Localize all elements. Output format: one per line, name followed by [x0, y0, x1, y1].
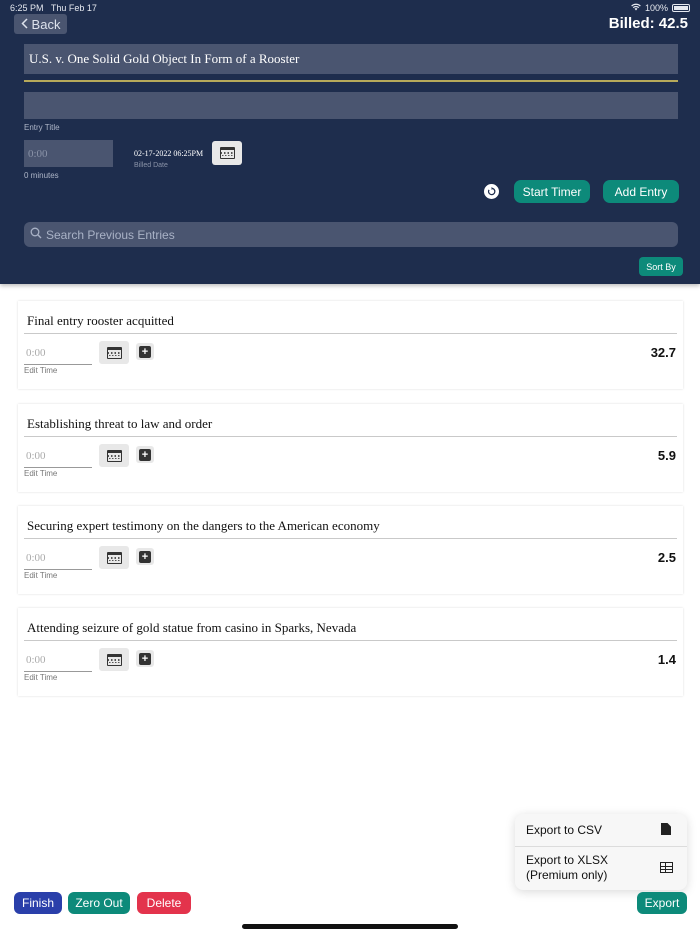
- reset-timer-icon[interactable]: [484, 184, 499, 199]
- export-xlsx-item[interactable]: Export to XLSX (Premium only): [526, 853, 608, 883]
- billed-date-calendar-button[interactable]: [212, 141, 242, 165]
- entry-calendar-button[interactable]: [99, 341, 129, 364]
- add-entry-button[interactable]: Add Entry: [603, 180, 679, 203]
- plus-icon: +: [139, 345, 151, 358]
- search-placeholder: Search Previous Entries: [46, 227, 175, 242]
- back-label: Back: [31, 16, 61, 32]
- entry-amount: 32.7: [650, 345, 676, 360]
- entry-amount: 5.9: [657, 448, 676, 463]
- entry-title: Securing expert testimony on the dangers…: [27, 518, 380, 533]
- search-icon: [30, 227, 42, 242]
- finish-button[interactable]: Finish: [14, 892, 62, 914]
- calendar-icon: [106, 653, 122, 666]
- sort-by-button[interactable]: Sort By: [639, 257, 683, 276]
- entry-time-input[interactable]: [24, 140, 113, 167]
- billed-date-label: Billed Date: [134, 162, 168, 169]
- edit-time-input[interactable]: 0:00: [24, 652, 92, 672]
- document-icon: [661, 823, 671, 835]
- billed-total: Billed: 42.5: [608, 15, 688, 32]
- wifi-icon: [631, 3, 641, 13]
- entry-card: Establishing threat to law and order 0:0…: [18, 404, 683, 492]
- calendar-icon: [106, 449, 122, 462]
- entry-title: Attending seizure of gold statue from ca…: [27, 620, 357, 635]
- entry-amount: 2.5: [657, 550, 676, 565]
- export-button[interactable]: Export: [637, 892, 687, 914]
- start-timer-button[interactable]: Start Timer: [514, 180, 590, 203]
- calendar-icon: [106, 551, 122, 564]
- edit-time-label: Edit Time: [24, 469, 58, 478]
- export-menu: Export to CSV Export to XLSX (Premium on…: [515, 814, 687, 890]
- entry-divider: [24, 436, 677, 437]
- minutes-label: 0 minutes: [24, 171, 59, 180]
- edit-time-input[interactable]: 0:00: [24, 550, 92, 570]
- entry-title-label: Entry Title: [24, 123, 60, 132]
- battery-percent: 100%: [644, 3, 668, 13]
- menu-divider: [515, 846, 687, 847]
- entry-title: Establishing threat to law and order: [27, 416, 213, 431]
- entry-calendar-button[interactable]: [99, 444, 129, 467]
- status-date: Thu Feb 17: [50, 3, 97, 13]
- status-time: 6:25 PM: [10, 3, 44, 13]
- export-xlsx-note: (Premium only): [526, 868, 608, 882]
- entry-card: Attending seizure of gold statue from ca…: [18, 608, 683, 696]
- add-time-button[interactable]: +: [136, 650, 154, 667]
- home-indicator: [242, 924, 458, 929]
- edit-time-input[interactable]: 0:00: [24, 448, 92, 468]
- export-csv-item[interactable]: Export to CSV: [526, 823, 602, 838]
- entry-title: Final entry rooster acquitted: [27, 313, 174, 328]
- entry-calendar-button[interactable]: [99, 546, 129, 569]
- battery-icon: [672, 4, 690, 12]
- entry-card: Final entry rooster acquitted 0:00 Edit …: [18, 301, 683, 389]
- case-title-underline: [24, 80, 678, 82]
- entry-divider: [24, 640, 677, 641]
- calendar-icon: [219, 147, 235, 159]
- delete-button[interactable]: Delete: [137, 892, 191, 914]
- entry-card: Securing expert testimony on the dangers…: [18, 506, 683, 594]
- zero-out-button[interactable]: Zero Out: [68, 892, 130, 914]
- search-input[interactable]: Search Previous Entries: [24, 222, 678, 247]
- table-icon: [660, 862, 673, 873]
- add-time-button[interactable]: +: [136, 343, 154, 360]
- status-bar-right: 100%: [631, 3, 690, 13]
- billed-date-value: 02-17-2022 06:25PM: [134, 149, 204, 158]
- entry-calendar-button[interactable]: [99, 648, 129, 671]
- calendar-icon: [106, 346, 122, 359]
- export-xlsx-label: Export to XLSX: [526, 853, 609, 867]
- edit-time-input[interactable]: 0:00: [24, 345, 92, 365]
- add-time-button[interactable]: +: [136, 548, 154, 565]
- status-bar-time: 6:25 PM Thu Feb 17: [10, 3, 97, 13]
- entry-title-input[interactable]: [24, 92, 678, 119]
- header-panel: 6:25 PM Thu Feb 17 100% Back Billed: 42.…: [0, 0, 700, 284]
- back-button[interactable]: Back: [14, 14, 67, 34]
- plus-icon: +: [139, 652, 151, 665]
- entry-divider: [24, 538, 677, 539]
- entry-divider: [24, 333, 677, 334]
- edit-time-label: Edit Time: [24, 366, 58, 375]
- edit-time-label: Edit Time: [24, 673, 58, 682]
- plus-icon: +: [139, 550, 151, 563]
- entry-amount: 1.4: [657, 652, 676, 667]
- edit-time-label: Edit Time: [24, 571, 58, 580]
- plus-icon: +: [139, 448, 151, 461]
- chevron-left-icon: [20, 17, 28, 32]
- add-time-button[interactable]: +: [136, 446, 154, 463]
- case-title-field[interactable]: U.S. v. One Solid Gold Object In Form of…: [24, 44, 678, 74]
